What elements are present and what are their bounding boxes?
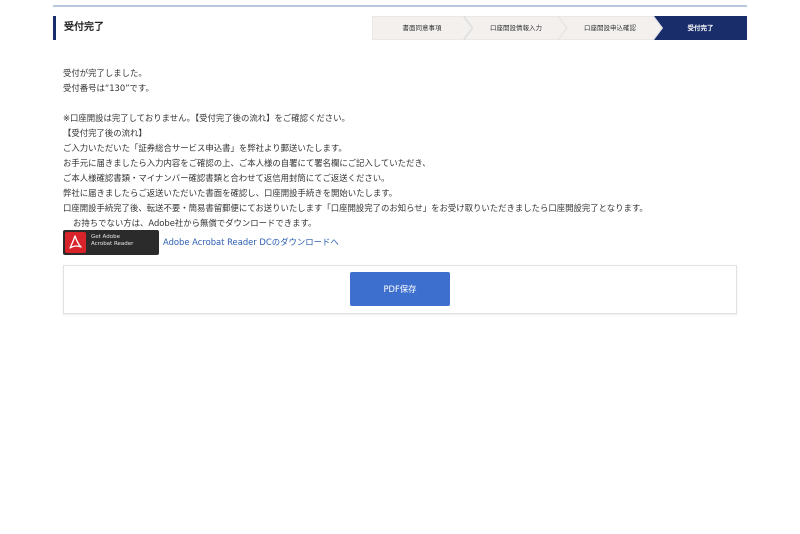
badge-line: Acrobat Reader [91, 241, 134, 247]
flow-line: ご入力いただいた「証券総合サービス申込書」を弊社より郵送いたします。 [63, 143, 347, 153]
completion-text: 受付が完了しました。 [63, 68, 147, 78]
save-panel: PDF保存 [63, 265, 737, 314]
progress-stepper: 書面同意事項 口座開設情報入力 口座開設申込確認 受付完了 [372, 16, 747, 40]
get-adobe-reader-badge[interactable]: Get Adobe Acrobat Reader [63, 230, 159, 255]
step-label: 口座開設情報入力 [490, 24, 542, 32]
step-application-confirm: 口座開設申込確認 [558, 16, 662, 40]
step-label: 受付完了 [687, 24, 714, 32]
step-label: 口座開設申込確認 [584, 24, 636, 32]
page: 受付完了 書面同意事項 口座開設情報入力 口座開設申込確認 受付完了 受付が完了… [0, 0, 800, 534]
flow-line: お手元に届きましたら入力内容をご確認の上、ご本人様の自署にて署名欄にご記入してい… [63, 158, 431, 168]
top-divider [53, 5, 747, 7]
flow-heading: 【受付完了後の流れ】 [63, 128, 147, 138]
page-title: 受付完了 [53, 16, 104, 40]
badge-text: Get Adobe Acrobat Reader [91, 234, 133, 248]
acrobat-logo-icon [65, 232, 86, 253]
receipt-number-text: 受付番号は“130”です。 [63, 83, 154, 93]
badge-line: Get Adobe [91, 234, 120, 240]
notice-text: ※口座開設は完了しておりません。【受付完了後の流れ】をご確認ください。 [63, 113, 350, 123]
pdf-save-button[interactable]: PDF保存 [350, 272, 450, 306]
adobe-download-row: Get Adobe Acrobat Reader Adobe Acrobat R… [63, 230, 463, 255]
step-info-input: 口座開設情報入力 [464, 16, 568, 40]
flow-line: 口座開設手続完了後、転送不要・簡易書留郵便にてお送りいたします「口座開設完了のお… [63, 203, 648, 213]
adobe-download-link[interactable]: Adobe Acrobat Reader DCのダウンロードへ [163, 230, 339, 255]
step-complete: 受付完了 [654, 16, 747, 40]
page-header: 受付完了 書面同意事項 口座開設情報入力 口座開設申込確認 受付完了 [53, 16, 747, 40]
adobe-note: お持ちでない方は、Adobe社から無償でダウンロードできます。 [73, 218, 317, 228]
flow-line: ご本人様確認書類・マイナンバー確認書類と合わせて返信用封筒にてご返送ください。 [63, 173, 390, 183]
flow-line: 弊社に届きましたらご返送いただいた書面を確認し、口座開設手続きを開始いたします。 [63, 188, 398, 198]
completion-message: 受付が完了しました。 受付番号は“130”です。 ※口座開設は完了しておりません… [63, 66, 743, 231]
step-label: 書面同意事項 [402, 24, 442, 32]
step-consent: 書面同意事項 [372, 16, 472, 40]
